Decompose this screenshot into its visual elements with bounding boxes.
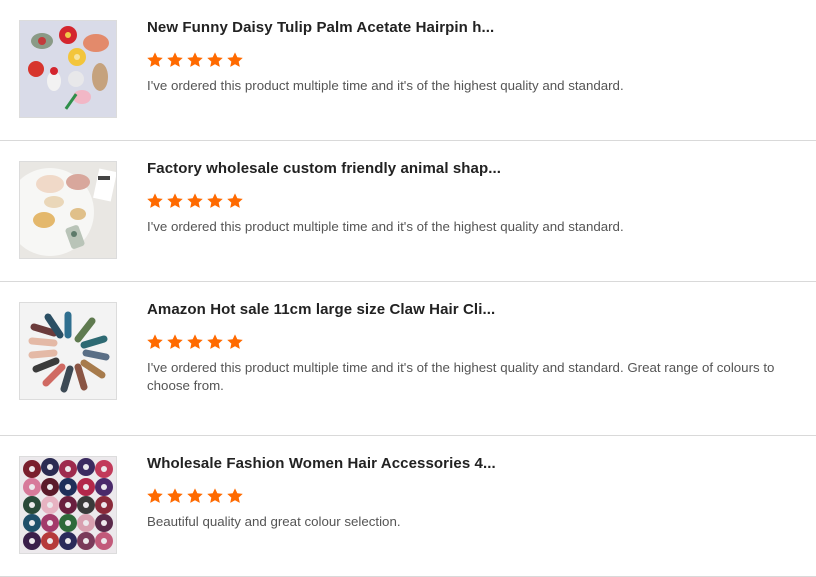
star-icon <box>147 488 163 503</box>
star-icon <box>167 52 183 67</box>
star-rating <box>146 192 244 210</box>
star-icon <box>227 193 243 208</box>
product-thumbnail[interactable] <box>19 161 117 259</box>
star-icon <box>207 334 223 349</box>
hairpin-product-photo <box>20 21 116 117</box>
review-item: New Funny Daisy Tulip Palm Acetate Hairp… <box>0 0 816 141</box>
product-thumbnail[interactable] <box>19 302 117 400</box>
product-title[interactable]: New Funny Daisy Tulip Palm Acetate Hairp… <box>147 19 494 36</box>
star-icon <box>187 334 203 349</box>
product-title[interactable]: Amazon Hot sale 11cm large size Claw Hai… <box>147 301 495 318</box>
scrunchies-product-photo <box>20 457 116 553</box>
review-comment: Beautiful quality and great colour selec… <box>147 514 401 529</box>
star-icon <box>147 52 163 67</box>
star-icon <box>147 193 163 208</box>
product-title[interactable]: Factory wholesale custom friendly animal… <box>147 160 501 177</box>
star-icon <box>167 193 183 208</box>
star-icon <box>227 488 243 503</box>
star-icon <box>167 488 183 503</box>
star-icon <box>167 334 183 349</box>
review-comment: I've ordered this product multiple time … <box>147 360 775 393</box>
star-rating <box>146 51 244 69</box>
claw-clip-product-photo <box>20 303 116 399</box>
star-icon <box>187 193 203 208</box>
star-icon <box>227 52 243 67</box>
review-comment: I've ordered this product multiple time … <box>147 219 624 234</box>
star-icon <box>227 334 243 349</box>
star-icon <box>147 334 163 349</box>
hair-clip-product-photo <box>20 162 116 258</box>
star-icon <box>187 488 203 503</box>
star-icon <box>207 193 223 208</box>
review-comment: I've ordered this product multiple time … <box>147 78 624 93</box>
star-icon <box>187 52 203 67</box>
star-icon <box>207 488 223 503</box>
review-item: Factory wholesale custom friendly animal… <box>0 141 816 282</box>
star-icon <box>207 52 223 67</box>
star-rating <box>146 487 244 505</box>
review-item: Wholesale Fashion Women Hair Accessories… <box>0 436 816 577</box>
product-thumbnail[interactable] <box>19 456 117 554</box>
review-item: Amazon Hot sale 11cm large size Claw Hai… <box>0 282 816 436</box>
star-rating <box>146 333 244 351</box>
product-thumbnail[interactable] <box>19 20 117 118</box>
product-title[interactable]: Wholesale Fashion Women Hair Accessories… <box>147 455 496 472</box>
